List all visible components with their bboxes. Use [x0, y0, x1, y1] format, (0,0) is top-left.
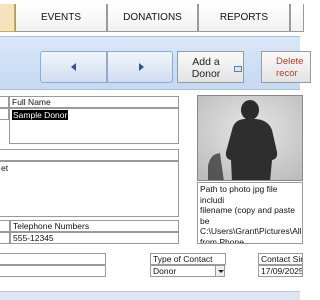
- tab-reports[interactable]: REPORTS: [198, 4, 290, 32]
- type-of-contact-combo[interactable]: Donor: [150, 265, 216, 277]
- command-ribbon: Add a Donor Delete recor: [0, 36, 311, 90]
- address-value: et: [1, 163, 9, 173]
- contact-since-value: 17/09/2025: [261, 266, 303, 276]
- tab-events[interactable]: EVENTS: [15, 4, 107, 32]
- telephone-label: Telephone Numbers: [10, 220, 179, 232]
- chevron-down-icon[interactable]: [215, 265, 225, 277]
- type-of-contact-value: Donor: [153, 266, 177, 276]
- add-donor-label: Add a Donor: [191, 56, 221, 80]
- notes-label: [0, 253, 106, 265]
- full-name-field[interactable]: Sample Donor: [9, 108, 179, 144]
- tab-donations[interactable]: DONATIONS: [107, 4, 198, 32]
- tab-next[interactable]: [290, 4, 304, 32]
- type-of-contact-label: Type of Contact: [150, 253, 226, 265]
- previous-record-button[interactable]: [40, 51, 107, 83]
- arrow-left-icon: [71, 63, 76, 71]
- contact-since-field[interactable]: 17/09/2025: [258, 265, 303, 277]
- shadow-photo-image: [198, 96, 302, 180]
- photo-path-field[interactable]: Path to photo jpg file includi filename …: [197, 182, 303, 244]
- address-field[interactable]: et: [0, 161, 179, 217]
- id-field[interactable]: [0, 108, 9, 120]
- delete-record-label: Delete recor: [276, 56, 304, 79]
- id-label: [0, 96, 9, 108]
- notes-field[interactable]: [0, 265, 106, 277]
- next-record-button[interactable]: [107, 51, 173, 83]
- donor-photo: [197, 95, 303, 181]
- record-navigation-strip: [0, 291, 300, 300]
- delete-record-button[interactable]: Delete recor: [261, 51, 311, 83]
- new-record-icon: [234, 66, 242, 72]
- telephone-field[interactable]: 555-12345: [10, 232, 179, 244]
- navigation-tabbar: EVENTS DONATIONS REPORTS: [0, 0, 304, 36]
- full-name-label: Full Name: [9, 96, 179, 108]
- email-field[interactable]: [0, 232, 10, 244]
- add-donor-button[interactable]: Add a Donor: [177, 51, 244, 83]
- address-label: [0, 149, 179, 161]
- telephone-value: 555-12345: [13, 233, 54, 243]
- arrow-right-icon: [139, 63, 144, 71]
- email-label: [0, 220, 10, 232]
- full-name-value: Sample Donor: [12, 110, 69, 120]
- contact-since-label: Contact Sin: [258, 253, 303, 265]
- tab-home[interactable]: [0, 4, 15, 32]
